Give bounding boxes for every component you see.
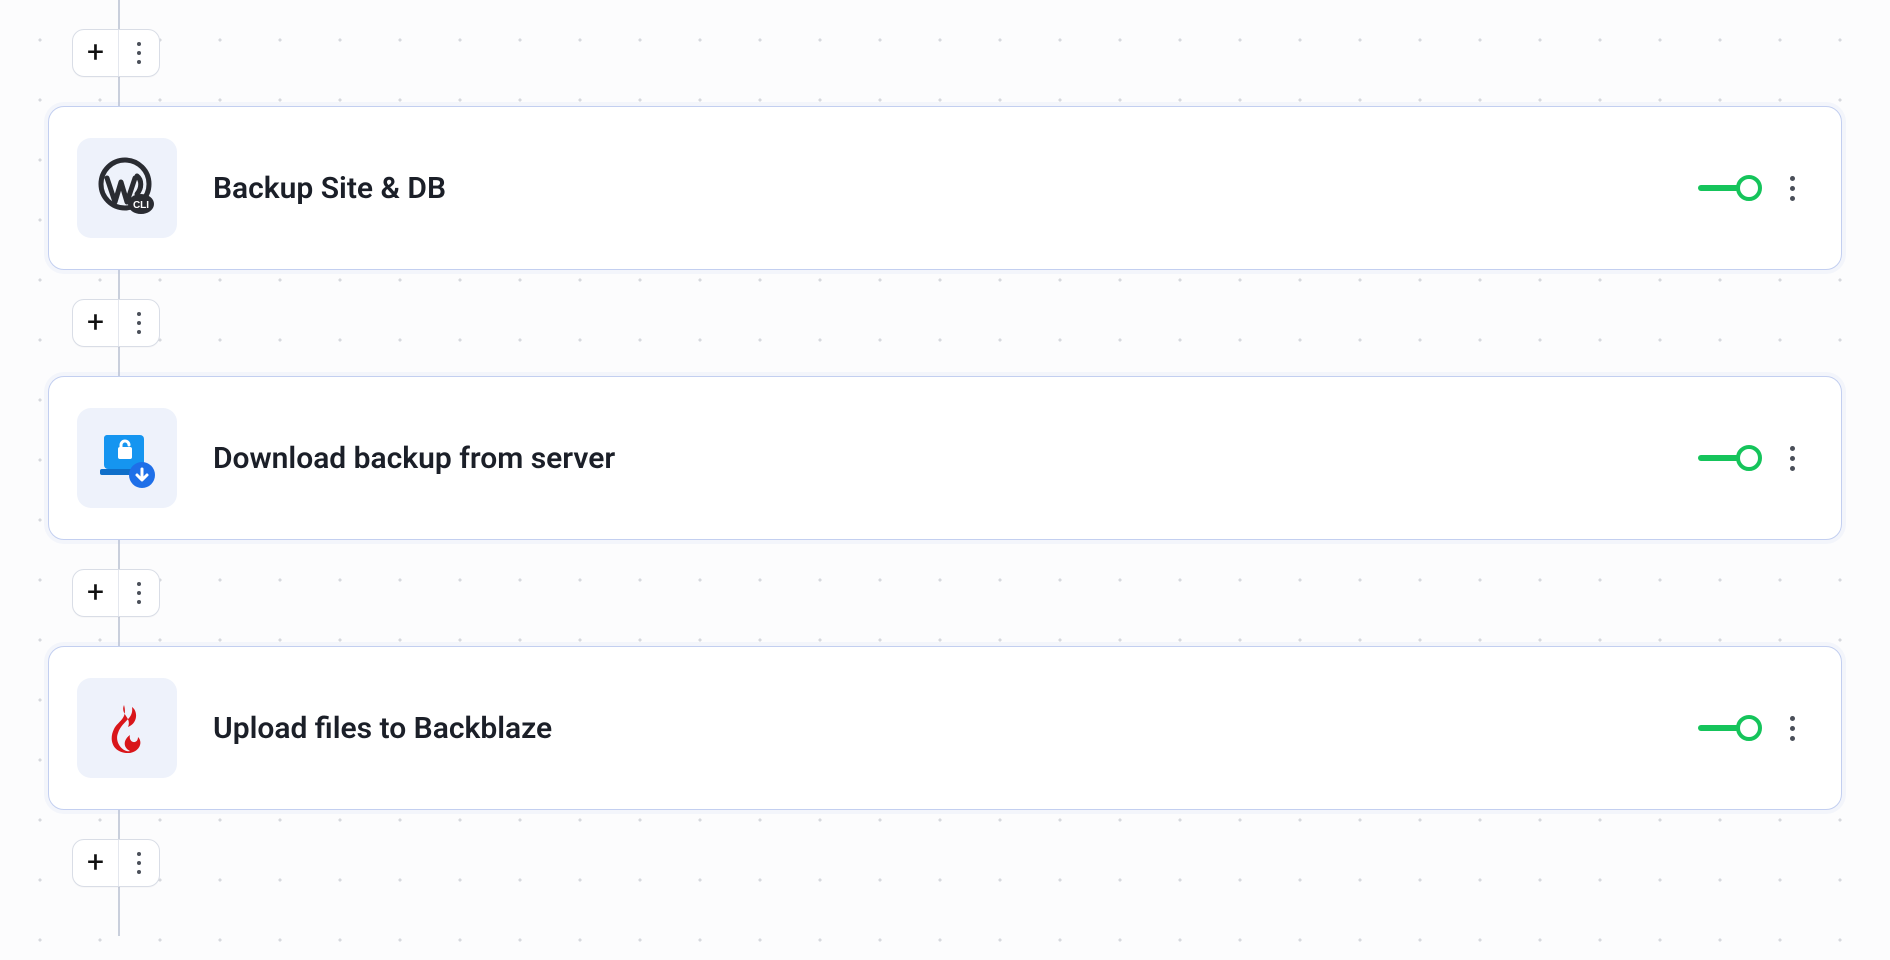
vertical-dots-icon — [131, 846, 147, 880]
secure-download-icon — [77, 408, 177, 508]
step-enabled-toggle[interactable] — [1698, 714, 1760, 742]
step-enabled-toggle[interactable] — [1698, 444, 1760, 472]
step-menu-button[interactable] — [1784, 170, 1801, 207]
insert-step-menu[interactable] — [119, 840, 159, 886]
step-menu-button[interactable] — [1784, 710, 1801, 747]
wordpress-cli-icon: CLI — [77, 138, 177, 238]
insert-step-button[interactable]: + — [72, 299, 160, 347]
workflow-step[interactable]: Download backup from server — [48, 376, 1842, 540]
plus-icon: + — [73, 570, 119, 616]
step-title: Backup Site & DB — [213, 171, 1698, 206]
insert-step-menu[interactable] — [119, 570, 159, 616]
step-title: Upload files to Backblaze — [213, 711, 1698, 746]
insert-step-button[interactable]: + — [72, 29, 160, 77]
plus-icon: + — [73, 300, 119, 346]
step-title: Download backup from server — [213, 441, 1698, 476]
insert-step-button[interactable]: + — [72, 839, 160, 887]
workflow-step[interactable]: CLI Backup Site & DB — [48, 106, 1842, 270]
backblaze-flame-icon — [77, 678, 177, 778]
vertical-dots-icon — [131, 576, 147, 610]
step-enabled-toggle[interactable] — [1698, 174, 1760, 202]
vertical-dots-icon — [131, 36, 147, 70]
plus-icon: + — [73, 30, 119, 76]
plus-icon: + — [73, 840, 119, 886]
step-menu-button[interactable] — [1784, 440, 1801, 477]
workflow-canvas[interactable]: + CLI Backup Site & DB — [0, 0, 1890, 960]
svg-text:CLI: CLI — [133, 200, 149, 211]
insert-step-button[interactable]: + — [72, 569, 160, 617]
workflow-step[interactable]: Upload files to Backblaze — [48, 646, 1842, 810]
insert-step-menu[interactable] — [119, 300, 159, 346]
insert-step-menu[interactable] — [119, 30, 159, 76]
vertical-dots-icon — [131, 306, 147, 340]
